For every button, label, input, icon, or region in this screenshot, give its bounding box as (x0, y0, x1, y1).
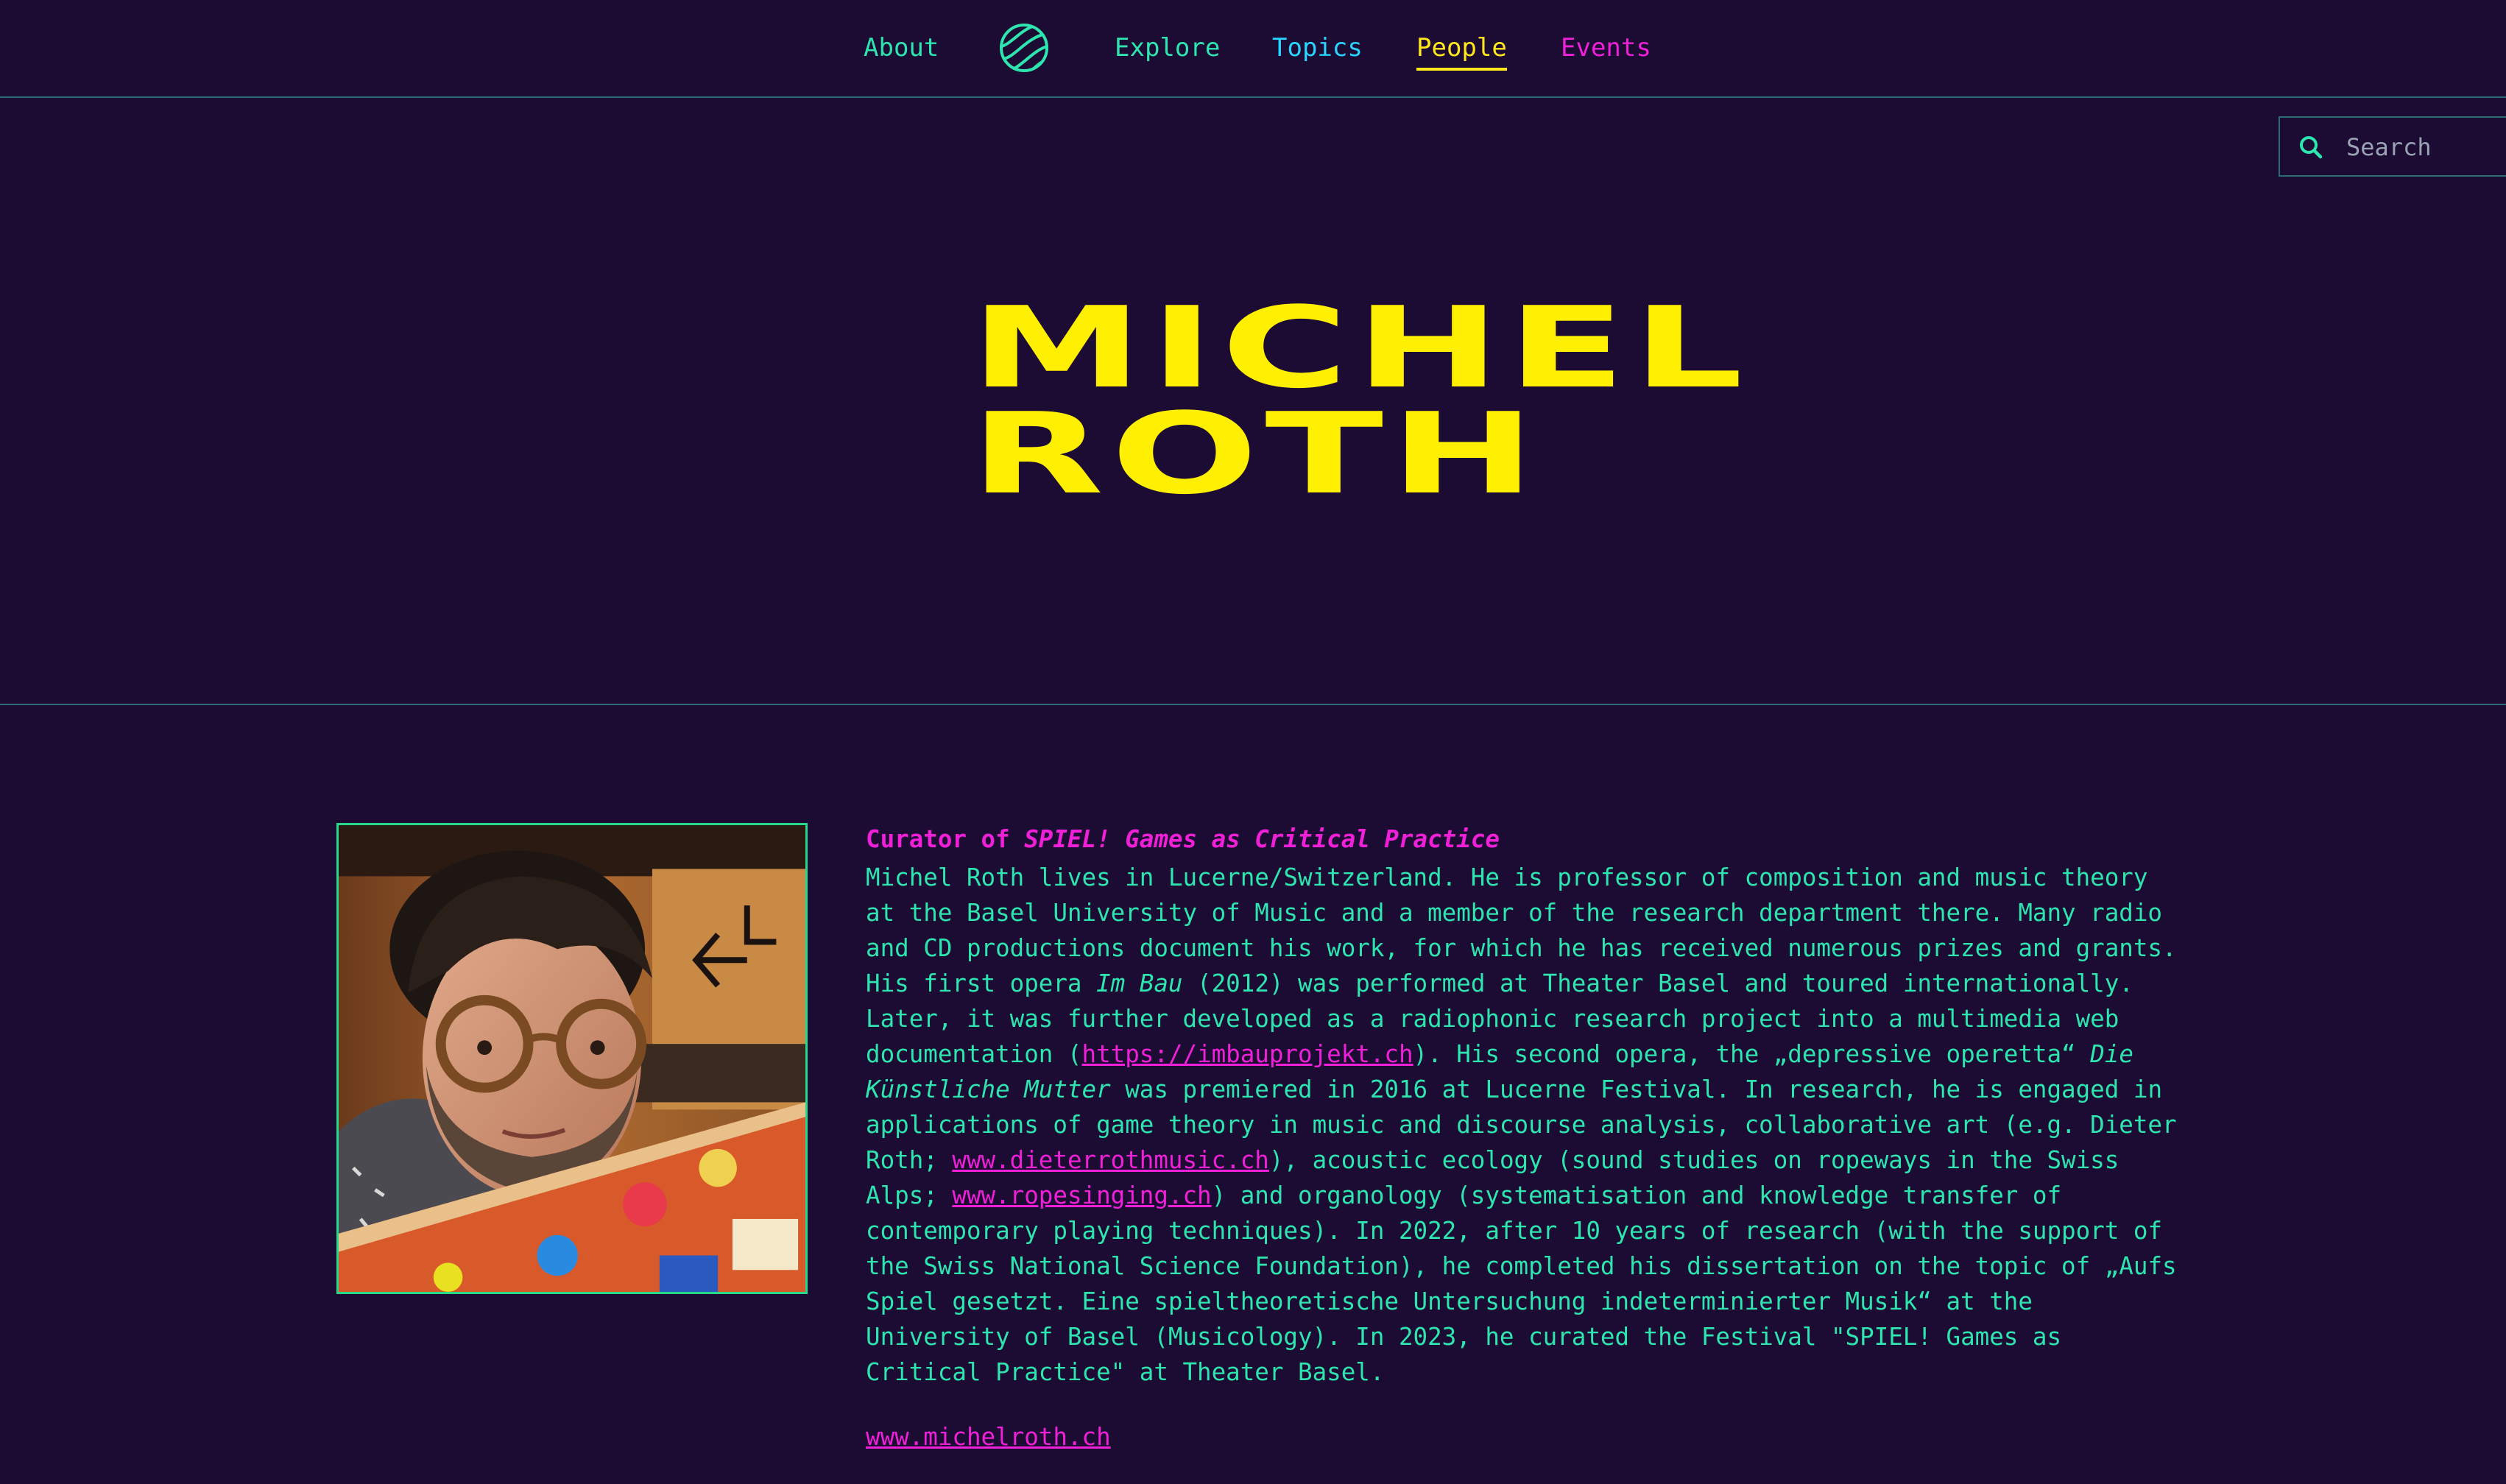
dieterrothmusic-link[interactable]: www.dieterrothmusic.ch (952, 1146, 1268, 1174)
imbauprojekt-link[interactable]: https://imbauprojekt.ch (1082, 1040, 1413, 1068)
profile-bio: Curator of SPIEL! Games as Critical Prac… (866, 819, 2191, 1455)
top-navigation: About Explore Topics People Events (0, 0, 2506, 98)
ropesinging-link[interactable]: www.ropesinging.ch (952, 1181, 1211, 1209)
nav-link-events[interactable]: Events (1561, 31, 1651, 65)
nav-link-topics[interactable]: Topics (1272, 31, 1363, 65)
bio-paragraph: Michel Roth lives in Lucerne/Switzerland… (866, 860, 2191, 1390)
active-nav-underline (1416, 68, 1507, 71)
nav-link-people[interactable]: People (1416, 31, 1507, 71)
nav-link-about[interactable]: About (864, 31, 939, 65)
hero-section: Michel Roth (0, 96, 2506, 705)
role-prefix: Curator of (866, 825, 1025, 853)
nav-link-explore[interactable]: Explore (1115, 31, 1220, 65)
bio-text: ) and organology (systematisation and kn… (866, 1181, 2177, 1386)
opera-title: Im Bau (1096, 969, 1183, 997)
page-title: Michel Roth (970, 292, 1997, 510)
page-title-line-2: Roth (970, 389, 1542, 519)
website-paragraph: www.michelroth.ch (866, 1419, 2191, 1455)
personal-website-link[interactable]: www.michelroth.ch (866, 1423, 1111, 1451)
globe-logo-icon[interactable] (998, 22, 1050, 74)
nav-link-people-label: People (1416, 33, 1507, 63)
curator-role: Curator of SPIEL! Games as Critical Prac… (866, 819, 2191, 860)
profile-photo (336, 823, 808, 1294)
role-project-title: SPIEL! Games as Critical Practice (1024, 825, 1500, 853)
bio-text: ). His second opera, the „depressive ope… (1413, 1040, 2091, 1068)
